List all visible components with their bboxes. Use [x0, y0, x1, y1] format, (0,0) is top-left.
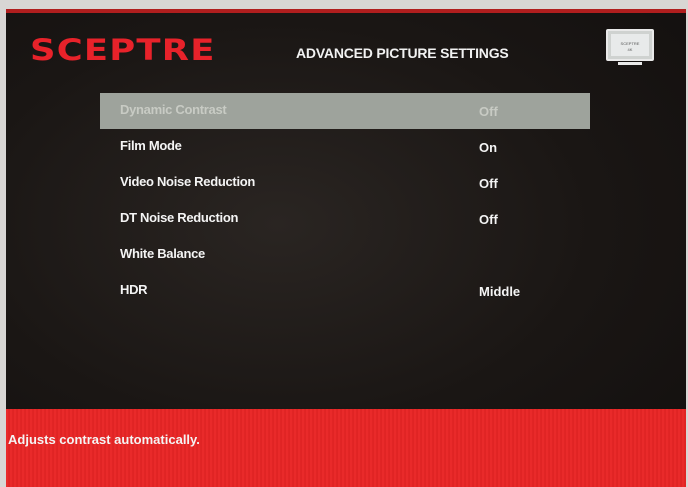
menu-item-label: DT Noise Reduction	[120, 210, 239, 225]
menu-item-label: White Balance	[120, 246, 205, 261]
tv-icon-screen: SCEPTRE 4K	[611, 34, 649, 56]
menu-item-label: HDR	[120, 282, 148, 297]
menu-item-value: Middle	[479, 284, 521, 299]
help-text: Adjusts contrast automatically.	[8, 432, 200, 447]
menu-item-label: Video Noise Reduction	[120, 174, 256, 189]
tv-icon-stand	[618, 62, 642, 65]
menu-item-film-mode[interactable]: Film Mode On	[100, 129, 590, 165]
help-bar: Adjusts contrast automatically.	[6, 409, 686, 487]
tv-4k-icon: SCEPTRE 4K	[606, 29, 654, 65]
brand-logo: SCEPTRE	[30, 33, 216, 67]
menu-item-label: Film Mode	[120, 138, 182, 153]
settings-menu: Dynamic Contrast Off Film Mode On Video …	[100, 93, 590, 309]
menu-item-dt-noise-reduction[interactable]: DT Noise Reduction Off	[100, 201, 590, 237]
menu-item-value: Off	[479, 176, 498, 191]
tv-icon-brand: SCEPTRE	[620, 41, 640, 46]
menu-item-value: Off	[479, 104, 498, 119]
menu-item-label: Dynamic Contrast	[120, 102, 227, 117]
menu-item-video-noise-reduction[interactable]: Video Noise Reduction Off	[100, 165, 590, 201]
menu-item-hdr[interactable]: HDR Middle	[100, 273, 590, 309]
tv-icon-resolution: 4K	[627, 47, 633, 52]
menu-item-value: Off	[479, 212, 498, 227]
menu-item-white-balance[interactable]: White Balance	[100, 237, 590, 273]
menu-item-value: On	[479, 140, 498, 155]
tv-screen: SCEPTRE ADVANCED PICTURE SETTINGS SCEPTR…	[6, 9, 686, 487]
menu-item-dynamic-contrast[interactable]: Dynamic Contrast Off	[100, 93, 590, 129]
page-title: ADVANCED PICTURE SETTINGS	[296, 45, 509, 61]
